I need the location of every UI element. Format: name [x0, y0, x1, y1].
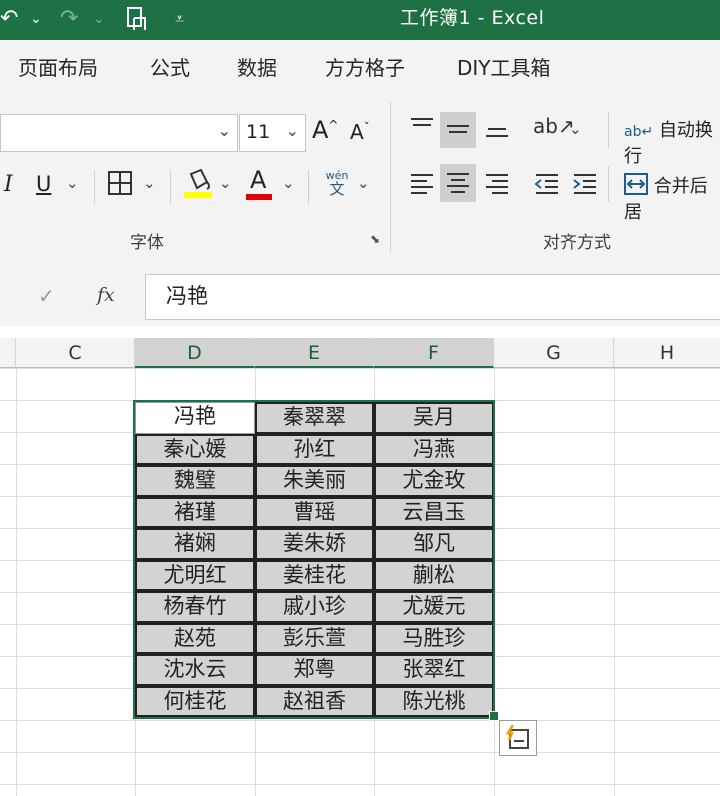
font-name-box[interactable]: ⌄ [0, 114, 238, 152]
borders-icon [108, 171, 132, 195]
title-bar: ↶ ⌄ ↷ ⌄ ⩡ 工作簿1 - Excel [0, 0, 720, 40]
ribbon-tabs: 页面布局 公式 数据 方方格子 DIY工具箱 [0, 40, 720, 96]
phonetic-bottom: 文 [329, 180, 345, 198]
column-header-B[interactable] [0, 338, 16, 368]
quick-analysis-button[interactable] [499, 720, 537, 756]
column-header-E[interactable]: E [255, 338, 374, 368]
font-color-swatch [246, 194, 272, 200]
shrink-font-button[interactable]: Aˇ [350, 120, 370, 144]
font-group-label: 字体 [130, 233, 164, 253]
chevron-down-icon[interactable]: ⌄ [66, 174, 79, 192]
chevron-down-icon[interactable]: ⌄ [219, 174, 232, 192]
align-left-button[interactable] [408, 170, 436, 200]
formula-value: 冯艳 [166, 284, 208, 308]
column-header-C[interactable]: C [16, 338, 135, 368]
quick-analysis-icon [505, 724, 529, 749]
chevron-down-icon[interactable]: ⌄ [143, 174, 156, 192]
divider [308, 170, 309, 204]
undo-icon[interactable]: ↶ [0, 6, 18, 32]
tab-fangfang[interactable]: 方方格子 [325, 55, 405, 81]
increase-indent-icon [573, 174, 596, 194]
align-center-button[interactable] [440, 164, 476, 202]
ribbon: ⌄ 11 ⌄ A^ Aˇ I U ⌄ ⌄ ⌄ A ⌄ wén 文 ⌄ 字体 ⬊ … [0, 96, 720, 261]
increase-indent-button[interactable] [571, 170, 599, 200]
wrap-text-icon: ab↵ [624, 124, 654, 140]
insert-function-button[interactable]: fx [97, 284, 115, 306]
chevron-down-icon[interactable]: ⌄ [218, 121, 231, 140]
divider [94, 170, 95, 204]
column-header-G[interactable]: G [494, 338, 614, 368]
chevron-down-icon[interactable]: ⌄ [282, 174, 295, 192]
fill-color-button[interactable] [183, 166, 213, 204]
column-header-F[interactable]: F [374, 338, 494, 368]
align-right-icon [486, 174, 508, 194]
shrink-font-icon: A [350, 120, 364, 144]
tab-formulas[interactable]: 公式 [150, 55, 190, 81]
formula-input[interactable]: 冯艳 [145, 274, 720, 320]
alignment-group-label: 对齐方式 [543, 233, 611, 253]
tab-diy-toolbox[interactable]: DIY工具箱 [457, 55, 551, 81]
formula-bar: ✓ fx 冯艳 [0, 260, 720, 326]
chevron-down-icon[interactable]: ⌄ [286, 121, 299, 140]
customize-qat-icon[interactable]: ⩡ [175, 6, 184, 32]
gridline-horizontal [0, 720, 720, 721]
column-header-D[interactable]: D [135, 338, 255, 368]
borders-button[interactable] [107, 170, 133, 200]
tab-page-layout[interactable]: 页面布局 [18, 55, 98, 81]
gridline-horizontal [0, 368, 720, 369]
grow-font-icon: A [312, 116, 329, 144]
fill-bucket-icon [184, 168, 212, 198]
decrease-indent-button[interactable] [533, 170, 561, 200]
gridline-horizontal [0, 752, 720, 753]
align-bottom-button[interactable] [483, 114, 511, 144]
align-middle-icon [447, 125, 469, 133]
selection-border [133, 400, 495, 719]
merge-icon [624, 173, 648, 195]
worksheet-grid[interactable]: C D E F G H 冯艳 秦翠翠 吴月 秦心媛 孙红 冯燕 魏璧 朱美丽 尤金玫 褚瑾 曹瑶 云昌… [0, 338, 720, 796]
touch-mode-icon[interactable] [125, 6, 149, 39]
font-size-value: 11 [246, 121, 271, 143]
decrease-indent-icon [534, 174, 558, 194]
align-middle-button[interactable] [440, 112, 476, 148]
column-header-H[interactable]: H [614, 338, 720, 368]
redo-dropdown-icon[interactable]: ⌄ [93, 6, 105, 32]
align-right-button[interactable] [483, 170, 511, 200]
divider [608, 166, 609, 202]
undo-dropdown-icon[interactable]: ⌄ [30, 6, 42, 32]
fill-handle[interactable] [489, 711, 499, 721]
grow-font-button[interactable]: A^ [312, 116, 338, 144]
divider [170, 170, 171, 204]
group-divider [390, 102, 391, 252]
italic-button[interactable]: I [4, 172, 13, 197]
window-title: 工作簿1 - Excel [400, 7, 545, 29]
divider [608, 112, 609, 148]
align-center-icon [447, 173, 469, 193]
enter-check-icon[interactable]: ✓ [38, 284, 55, 308]
wrap-text-button[interactable]: ab↵ 自动换行 [624, 116, 720, 168]
align-bottom-icon [486, 128, 508, 137]
chevron-down-icon[interactable]: ⌄ [357, 174, 370, 192]
font-dialog-launcher-icon[interactable]: ⬊ [370, 232, 380, 246]
underline-button[interactable]: U [36, 172, 51, 196]
align-left-icon [411, 174, 433, 194]
phonetic-guide-button[interactable]: wén 文 [322, 170, 352, 197]
align-top-icon [411, 118, 433, 126]
align-top-button[interactable] [408, 114, 436, 144]
redo-icon[interactable]: ↷ [60, 6, 78, 32]
merge-center-button[interactable]: 合并后居 [624, 172, 720, 224]
tab-data[interactable]: 数据 [237, 55, 277, 81]
gridline-horizontal [0, 784, 720, 785]
chevron-down-icon[interactable]: ⌄ [569, 120, 582, 138]
font-size-box[interactable]: 11 ⌄ [239, 114, 306, 152]
font-color-icon: A [250, 166, 267, 194]
